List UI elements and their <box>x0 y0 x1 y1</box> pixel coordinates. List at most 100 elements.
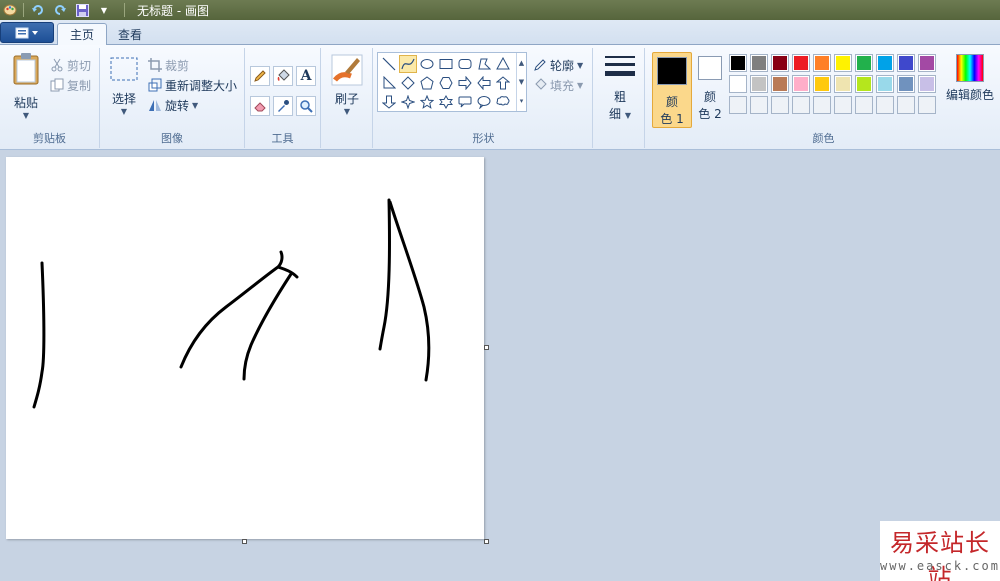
palette-swatch[interactable] <box>855 54 873 72</box>
swatch-fill <box>794 77 808 91</box>
right-triangle-shape-icon[interactable] <box>380 74 398 92</box>
crop-button[interactable]: 裁剪 <box>148 56 189 74</box>
palette-empty-slot[interactable] <box>834 96 852 114</box>
left-arrow-shape-icon[interactable] <box>475 74 493 92</box>
swatch-fill <box>752 77 766 91</box>
palette-swatch[interactable] <box>918 54 936 72</box>
palette-swatch[interactable] <box>750 75 768 93</box>
palette-swatch[interactable] <box>876 75 894 93</box>
palette-swatch[interactable] <box>834 54 852 72</box>
resize-label: 重新调整大小 <box>165 78 238 93</box>
scroll-up-icon[interactable]: ▲ <box>519 59 524 67</box>
oval-shape-icon[interactable] <box>418 55 436 73</box>
magnifier-icon[interactable] <box>296 96 316 116</box>
gallery-expand-icon[interactable]: ▾ <box>520 97 524 105</box>
swatch-fill <box>752 98 766 112</box>
drawing-canvas[interactable] <box>6 157 484 539</box>
cloud-callout-shape-icon[interactable] <box>494 93 512 111</box>
size-label-2-text: 细 <box>609 107 622 121</box>
hexagon-shape-icon[interactable] <box>437 74 455 92</box>
rectangle-shape-icon[interactable] <box>437 55 455 73</box>
palette-empty-slot[interactable] <box>813 96 831 114</box>
canvas-resize-handle-right[interactable] <box>484 345 489 350</box>
rotate-button[interactable]: 旋转 ▼ <box>148 96 198 114</box>
size-button[interactable]: 粗 细 ▼ <box>602 54 638 122</box>
palette-swatch[interactable] <box>918 75 936 93</box>
palette-swatch[interactable] <box>771 54 789 72</box>
palette-swatch[interactable] <box>750 54 768 72</box>
brushes-label: 刷子 <box>334 92 359 106</box>
cut-button[interactable]: 剪切 <box>50 56 91 74</box>
palette-swatch[interactable] <box>813 54 831 72</box>
tab-view[interactable]: 查看 <box>106 23 154 45</box>
right-arrow-shape-icon[interactable] <box>456 74 474 92</box>
diamond-shape-icon[interactable] <box>399 74 417 92</box>
color-1-button[interactable]: 颜 色 1 <box>652 52 692 128</box>
color-picker-icon[interactable] <box>273 96 293 116</box>
palette-swatch[interactable] <box>897 54 915 72</box>
swatch-fill <box>857 56 871 70</box>
up-arrow-shape-icon[interactable] <box>494 74 512 92</box>
fill-icon[interactable] <box>273 66 293 86</box>
palette-empty-slot[interactable] <box>918 96 936 114</box>
palette-swatch[interactable] <box>876 54 894 72</box>
palette-empty-slot[interactable] <box>792 96 810 114</box>
polygon-shape-icon[interactable] <box>475 55 493 73</box>
tab-home[interactable]: 主页 <box>57 23 108 45</box>
palette-empty-slot[interactable] <box>771 96 789 114</box>
window-title: 无标题 - 画图 <box>137 3 209 18</box>
save-icon[interactable] <box>74 2 90 18</box>
palette-swatch[interactable] <box>897 75 915 93</box>
eraser-icon[interactable] <box>250 96 270 116</box>
brushes-button[interactable]: 刷子 ▼ <box>329 54 365 116</box>
shapes-gallery: ▲ ▼ ▾ <box>377 52 527 112</box>
text-icon[interactable]: A <box>296 66 316 86</box>
select-button[interactable]: 选择 ▼ <box>106 56 142 116</box>
oval-callout-shape-icon[interactable] <box>475 93 493 111</box>
shapes-gallery-scroll[interactable]: ▲ ▼ ▾ <box>516 53 526 111</box>
palette-empty-slot[interactable] <box>750 96 768 114</box>
six-point-star-shape-icon[interactable] <box>437 93 455 111</box>
paste-label: 粘贴 <box>13 96 38 110</box>
edit-colors-button[interactable]: 编辑颜色 <box>945 54 995 103</box>
palette-swatch[interactable] <box>729 75 747 93</box>
watermark-url: www.easck.com <box>880 559 1000 573</box>
pentagon-shape-icon[interactable] <box>418 74 436 92</box>
palette-swatch[interactable] <box>729 54 747 72</box>
paste-button[interactable]: 粘贴 ▼ <box>8 52 44 120</box>
redo-icon[interactable] <box>52 2 68 18</box>
color-2-label-2: 色 2 <box>698 107 722 121</box>
outline-button[interactable]: 轮廓 ▼ <box>533 56 583 74</box>
curve-shape-icon[interactable] <box>399 55 417 73</box>
palette-empty-slot[interactable] <box>729 96 747 114</box>
rounded-rectangle-shape-icon[interactable] <box>456 55 474 73</box>
fill-shape-button[interactable]: 填充 ▼ <box>533 76 583 94</box>
undo-icon[interactable] <box>30 2 46 18</box>
rounded-callout-shape-icon[interactable] <box>456 93 474 111</box>
scroll-down-icon[interactable]: ▼ <box>519 78 524 86</box>
down-arrow-shape-icon[interactable] <box>380 93 398 111</box>
canvas-resize-handle-corner[interactable] <box>484 539 489 544</box>
palette-swatch[interactable] <box>771 75 789 93</box>
palette-swatch[interactable] <box>813 75 831 93</box>
color-2-button[interactable]: 颜 色 2 <box>694 56 726 128</box>
line-shape-icon[interactable] <box>380 55 398 73</box>
palette-swatch[interactable] <box>792 54 810 72</box>
paint-app-icon[interactable] <box>3 3 17 17</box>
palette-empty-slot[interactable] <box>855 96 873 114</box>
palette-empty-slot[interactable] <box>876 96 894 114</box>
pencil-icon[interactable] <box>250 66 270 86</box>
palette-swatch[interactable] <box>792 75 810 93</box>
triangle-shape-icon[interactable] <box>494 55 512 73</box>
palette-swatch[interactable] <box>834 75 852 93</box>
palette-swatch[interactable] <box>855 75 873 93</box>
resize-button[interactable]: 重新调整大小 <box>148 76 237 94</box>
five-point-star-shape-icon[interactable] <box>418 93 436 111</box>
copy-button[interactable]: 复制 <box>50 76 91 94</box>
file-menu-button[interactable] <box>0 22 54 43</box>
palette-empty-slot[interactable] <box>897 96 915 114</box>
canvas-resize-handle-bottom[interactable] <box>242 539 247 544</box>
four-point-star-shape-icon[interactable] <box>399 93 417 111</box>
chevron-down-icon: ▼ <box>624 111 631 120</box>
customize-toolbar-icon[interactable]: ▼ <box>96 2 112 18</box>
